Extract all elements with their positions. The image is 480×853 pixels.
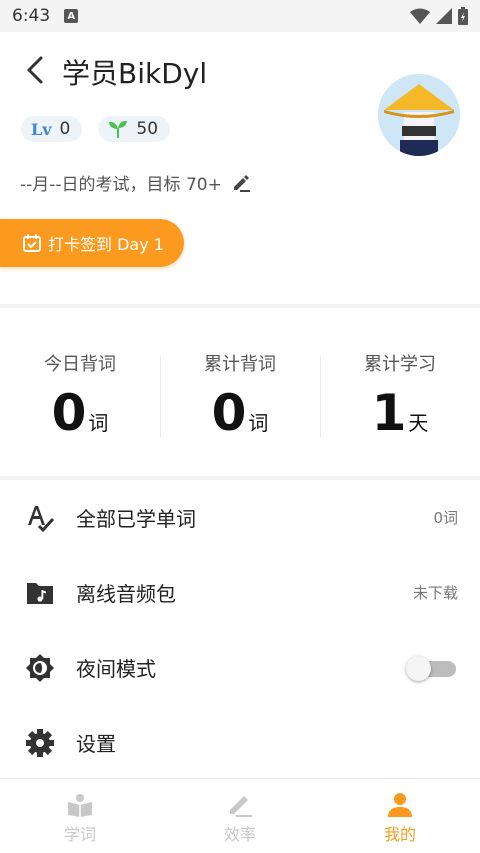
back-button[interactable] xyxy=(20,54,50,86)
stat-value: 0 xyxy=(51,384,87,442)
menu-item-settings[interactable]: 设置 xyxy=(0,705,480,780)
sprout-icon xyxy=(109,120,128,138)
night-mode-toggle[interactable] xyxy=(406,655,458,681)
checkin-button[interactable]: 打卡签到 Day 1 xyxy=(0,219,184,267)
stat-label: 累计学习 xyxy=(364,354,436,375)
menu-item-night-mode[interactable]: 夜间模式 xyxy=(0,630,480,705)
level-badge: Lv 0 xyxy=(21,116,83,142)
menu-value: 未下载 xyxy=(412,584,458,602)
calendar-check-icon xyxy=(23,234,41,252)
pencil-icon xyxy=(230,796,252,817)
gear-icon xyxy=(24,727,56,759)
menu-label: 全部已学单词 xyxy=(76,507,196,531)
stat-label: 今日背词 xyxy=(44,354,116,375)
status-bar: 6:43 A xyxy=(0,0,480,32)
tab-label: 我的 xyxy=(383,825,416,844)
settings-menu: 全部已学单词 0词 离线音频包 未下载 夜间模式 设置 xyxy=(0,480,480,780)
checkin-label: 打卡签到 Day 1 xyxy=(48,235,164,254)
stat-unit: 天 xyxy=(408,411,429,435)
stat-total-days: 累计学习 1 天 xyxy=(320,310,480,476)
seeds-badge: 50 xyxy=(98,116,171,142)
brightness-icon xyxy=(24,652,56,684)
seeds-value: 50 xyxy=(136,119,159,139)
tab-efficiency[interactable]: 效率 xyxy=(160,779,320,853)
menu-item-offline-audio[interactable]: 离线音频包 未下载 xyxy=(0,555,480,630)
battery-icon xyxy=(458,7,468,25)
status-time: 6:43 xyxy=(12,6,51,26)
menu-label: 离线音频包 xyxy=(76,582,176,606)
stat-today-words: 今日背词 0 词 xyxy=(0,310,160,476)
profile-header: 学员BikDyl Lv 0 50 --月--日的考试，目标 70+ 打卡签到 D… xyxy=(0,32,480,307)
stat-unit: 词 xyxy=(88,411,109,435)
level-icon: Lv xyxy=(31,119,52,139)
menu-item-all-words[interactable]: 全部已学单词 0词 xyxy=(0,480,480,555)
page-title: 学员BikDyl xyxy=(62,57,208,90)
exam-target[interactable]: --月--日的考试，目标 70+ xyxy=(20,170,250,195)
stats-panel: 今日背词 0 词 累计背词 0 词 累计学习 1 天 xyxy=(0,310,480,476)
stat-unit: 词 xyxy=(248,411,269,435)
section-divider xyxy=(0,304,480,308)
book-icon xyxy=(68,794,92,817)
wifi-icon xyxy=(410,8,430,24)
menu-label: 夜间模式 xyxy=(76,657,156,681)
stat-total-words: 累计背词 0 词 xyxy=(160,310,320,476)
notification-icon: A xyxy=(64,9,79,23)
stat-label: 累计背词 xyxy=(204,354,276,375)
chevron-left-icon xyxy=(27,56,43,84)
menu-value: 0词 xyxy=(433,509,458,527)
toggle-knob xyxy=(406,655,431,681)
avatar-straw-hat-icon xyxy=(378,74,460,156)
music-folder-icon xyxy=(24,577,56,609)
menu-label: 设置 xyxy=(76,732,116,756)
level-value: 0 xyxy=(59,119,71,139)
tab-label: 效率 xyxy=(223,825,256,844)
exam-text: --月--日的考试，目标 70+ xyxy=(20,175,222,195)
avatar[interactable] xyxy=(378,74,460,156)
signal-icon xyxy=(436,8,452,24)
person-icon xyxy=(388,793,412,817)
tab-label: 学词 xyxy=(63,825,96,844)
tab-learn[interactable]: 学词 xyxy=(0,779,160,853)
bottom-tab-bar: 学词 效率 我的 xyxy=(0,778,480,853)
stat-value: 1 xyxy=(371,384,407,442)
tab-mine[interactable]: 我的 xyxy=(320,779,480,853)
stat-value: 0 xyxy=(211,384,247,442)
edit-pencil-icon[interactable] xyxy=(232,174,250,192)
spellcheck-icon xyxy=(24,502,56,534)
